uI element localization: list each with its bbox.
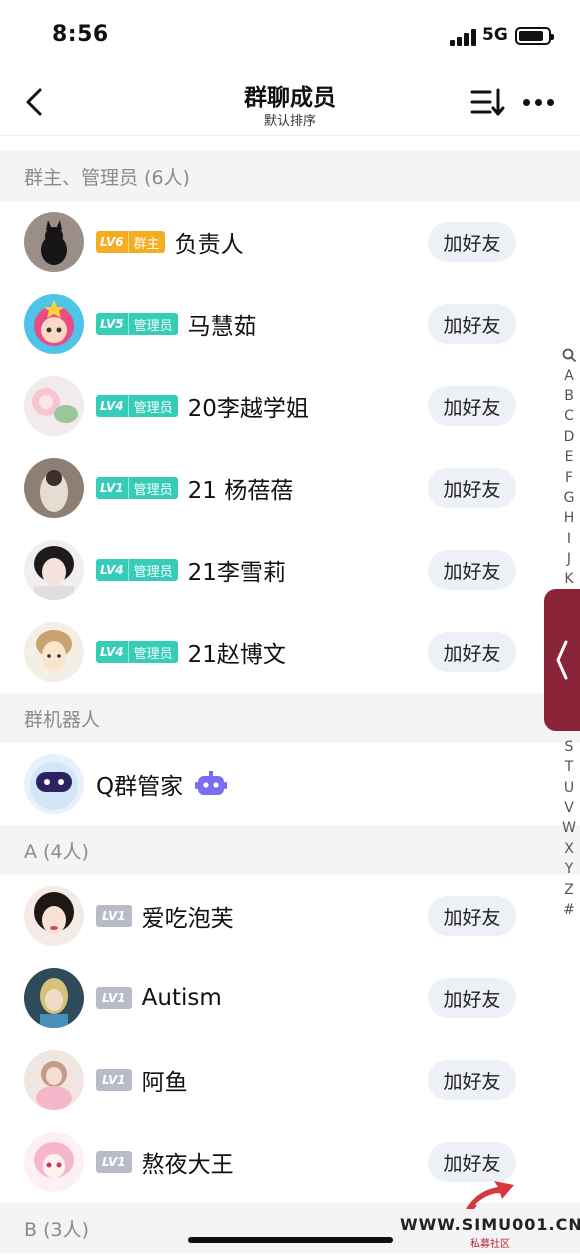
section-header-bots: 群机器人: [0, 693, 580, 743]
nav-bar: 群聊成员 默认排序: [0, 70, 580, 136]
level-badge: LV4 管理员: [96, 559, 178, 581]
more-button[interactable]: [518, 84, 558, 120]
member-row[interactable]: LV4 管理员 21李雪莉 加好友: [0, 529, 580, 611]
member-name: 21 杨蓓蓓: [187, 478, 294, 504]
battery-icon: [515, 27, 554, 45]
level-badge: LV4 管理员: [96, 395, 178, 417]
chevron-left-icon: [556, 640, 568, 680]
level-badge: LV1 管理员: [96, 477, 178, 499]
sort-icon: [470, 88, 505, 116]
member-row[interactable]: LV1 Autism 加好友: [0, 957, 580, 1039]
member-list[interactable]: 群主、管理员 (6人) LV6 群主 负责人 加好友 LV5 管理员 马慧茹 加好友…: [0, 151, 580, 1253]
status-time: 8:56: [52, 22, 109, 47]
avatar[interactable]: [24, 294, 84, 354]
member-row[interactable]: LV6 群主 负责人 加好友: [0, 201, 580, 283]
level-badge: LV5 管理员: [96, 313, 178, 335]
member-row[interactable]: LV4 管理员 21赵博文 加好友: [0, 611, 580, 693]
home-indicator[interactable]: [188, 1237, 393, 1243]
avatar[interactable]: [24, 968, 84, 1028]
index-letter[interactable]: V: [558, 798, 580, 818]
add-friend-button[interactable]: 加好友: [428, 550, 516, 590]
index-search-icon[interactable]: [558, 345, 580, 365]
index-letter[interactable]: B: [558, 386, 580, 406]
member-row[interactable]: LV1 爱吃泡芙 加好友: [0, 875, 580, 957]
level-badge: LV4 管理员: [96, 641, 178, 663]
status-bar: 8:56 5G: [0, 0, 580, 70]
member-row[interactable]: LV5 管理员 马慧茹 加好友: [0, 283, 580, 365]
index-letter[interactable]: T: [558, 757, 580, 777]
index-letter[interactable]: K: [558, 569, 580, 589]
index-letter[interactable]: F: [558, 467, 580, 487]
index-letter[interactable]: Y: [558, 859, 580, 879]
index-letter[interactable]: A: [558, 365, 580, 385]
member-name: 21李雪莉: [187, 560, 286, 586]
member-name: 阿鱼: [141, 1070, 188, 1096]
level-badge: LV1: [96, 905, 132, 927]
index-letter[interactable]: I: [558, 529, 580, 549]
network-type: 5G: [482, 25, 508, 45]
avatar[interactable]: [24, 1132, 84, 1192]
index-letter[interactable]: E: [558, 447, 580, 467]
add-friend-button[interactable]: 加好友: [428, 1060, 516, 1100]
index-letter[interactable]: Z: [558, 879, 580, 899]
avatar[interactable]: [24, 458, 84, 518]
add-friend-button[interactable]: 加好友: [428, 222, 516, 262]
add-friend-button[interactable]: 加好友: [428, 896, 516, 936]
section-header-admins: 群主、管理员 (6人): [0, 151, 580, 201]
index-letter[interactable]: C: [558, 406, 580, 426]
level-badge: LV1: [96, 987, 132, 1009]
avatar[interactable]: [24, 1050, 84, 1110]
watermark-logo-icon: [466, 1181, 514, 1209]
more-dot-icon: [522, 98, 530, 106]
index-letter[interactable]: S: [558, 737, 580, 757]
index-letter[interactable]: X: [558, 839, 580, 859]
member-name: 21赵博文: [187, 642, 286, 668]
level-badge: LV6 群主: [96, 231, 165, 253]
index-letter[interactable]: H: [558, 508, 580, 528]
member-name: 负责人: [174, 232, 244, 258]
avatar[interactable]: [24, 212, 84, 272]
index-letter[interactable]: G: [558, 488, 580, 508]
level-badge: LV1: [96, 1151, 132, 1173]
signal-icon: [450, 28, 476, 46]
bot-row[interactable]: Q群管家: [0, 743, 580, 825]
add-friend-button[interactable]: 加好友: [428, 978, 516, 1018]
member-row[interactable]: LV1 管理员 21 杨蓓蓓 加好友: [0, 447, 580, 529]
member-row[interactable]: LV4 管理员 20李越学姐 加好友: [0, 365, 580, 447]
add-friend-button[interactable]: 加好友: [428, 632, 516, 672]
index-letter[interactable]: #: [558, 900, 580, 920]
bot-avatar[interactable]: [24, 754, 84, 814]
add-friend-button[interactable]: 加好友: [428, 386, 516, 426]
watermark-subtext: 私募社区: [470, 1239, 510, 1250]
member-name: 马慧茹: [187, 314, 257, 340]
watermark-text: WWW.SIMU001.CN: [400, 1215, 580, 1234]
add-friend-button[interactable]: 加好友: [428, 468, 516, 508]
member-name: Autism: [141, 985, 222, 1011]
index-letter[interactable]: U: [558, 777, 580, 797]
member-row[interactable]: LV1 阿鱼 加好友: [0, 1039, 580, 1121]
member-name: 20李越学姐: [187, 396, 309, 422]
index-letter[interactable]: W: [558, 818, 580, 838]
section-header-a: A (4人): [0, 825, 580, 875]
avatar[interactable]: [24, 376, 84, 436]
robot-icon: [195, 771, 228, 795]
member-name: 熬夜大王: [141, 1152, 234, 1178]
member-name: 爱吃泡芙: [141, 906, 234, 932]
index-letter[interactable]: J: [558, 549, 580, 569]
avatar[interactable]: [24, 886, 84, 946]
avatar[interactable]: [24, 540, 84, 600]
avatar[interactable]: [24, 622, 84, 682]
side-drawer-handle[interactable]: [544, 589, 580, 731]
watermark: WWW.SIMU001.CN 私募社区: [400, 1175, 580, 1255]
add-friend-button[interactable]: 加好友: [428, 304, 516, 344]
level-badge: LV1: [96, 1069, 132, 1091]
sort-button[interactable]: [466, 84, 506, 120]
bot-name: Q群管家: [96, 774, 184, 800]
index-letter[interactable]: D: [558, 427, 580, 447]
